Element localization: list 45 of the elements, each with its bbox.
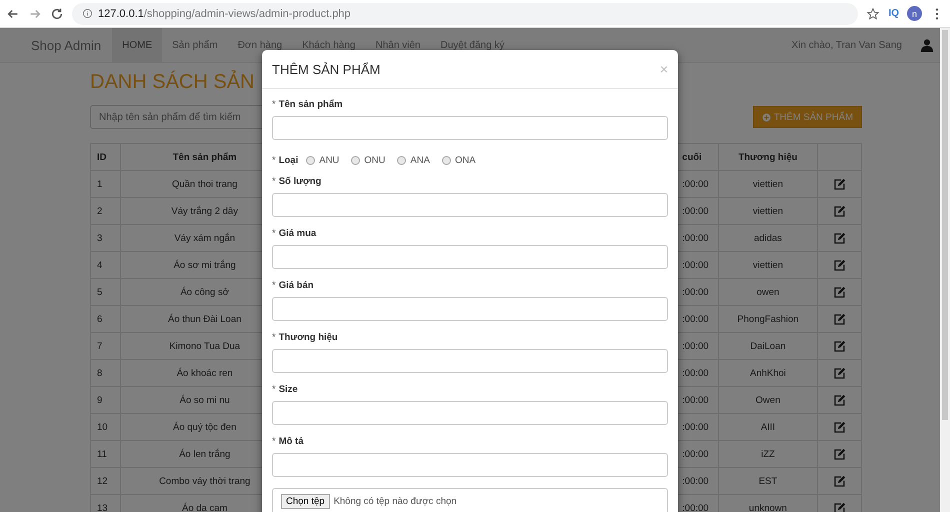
page-title: DANH SÁCH SẢN xyxy=(90,71,256,95)
column-header: cuối xyxy=(682,144,719,170)
table-cell: :00:00 xyxy=(682,440,719,468)
table-cell: :00:00 xyxy=(682,494,719,512)
column-header: Thương hiệu xyxy=(718,144,818,170)
table-cell: 11 xyxy=(90,440,120,468)
table-cell: 10 xyxy=(90,414,120,440)
table-cell: 2 xyxy=(90,198,120,224)
table-cell: :00:00 xyxy=(682,306,719,332)
table-cell: :00:00 xyxy=(682,278,719,306)
table-cell: :00:00 xyxy=(682,252,719,278)
table-cell: 13 xyxy=(90,494,120,512)
table-cell: 12 xyxy=(90,468,120,494)
table-cell: iZZ xyxy=(718,440,818,468)
table-cell: AnhKhoi xyxy=(718,360,818,386)
table-cell: 6 xyxy=(90,306,120,332)
table-cell: 3 xyxy=(90,224,120,252)
table-cell: :00:00 xyxy=(682,332,719,360)
table-cell: 5 xyxy=(90,278,120,306)
greeting-text: Xin chào, Tran Van Sang xyxy=(792,40,902,50)
table-cell: 8 xyxy=(90,360,120,386)
table-cell: DaiLoan xyxy=(718,332,818,360)
table-cell: 1 xyxy=(90,170,120,198)
table-cell: 4 xyxy=(90,252,120,278)
table-cell: :00:00 xyxy=(682,170,719,198)
table-cell: :00:00 xyxy=(682,224,719,252)
table-cell: 9 xyxy=(90,386,120,414)
table-cell: :00:00 xyxy=(682,414,719,440)
table-cell: :00:00 xyxy=(682,468,719,494)
table-cell: AIII xyxy=(718,414,818,440)
table-cell: owen xyxy=(718,278,818,306)
column-header: ID xyxy=(90,144,120,170)
table-cell: viettien xyxy=(718,170,818,198)
table-cell: viettien xyxy=(718,252,818,278)
table-cell: adidas xyxy=(718,224,818,252)
dialog-title: THÊM SẢN PHẨM xyxy=(272,62,380,76)
table-cell: EST xyxy=(718,468,818,494)
table-cell: Owen xyxy=(718,386,818,414)
table-cell: viettien xyxy=(718,198,818,224)
table-cell: :00:00 xyxy=(682,360,719,386)
table-cell: 7 xyxy=(90,332,120,360)
table-cell: :00:00 xyxy=(682,198,719,224)
table-cell: PhongFashion xyxy=(718,306,818,332)
table-cell: :00:00 xyxy=(682,386,719,414)
file-status-text: Không có tệp nào được chọn xyxy=(334,496,457,506)
